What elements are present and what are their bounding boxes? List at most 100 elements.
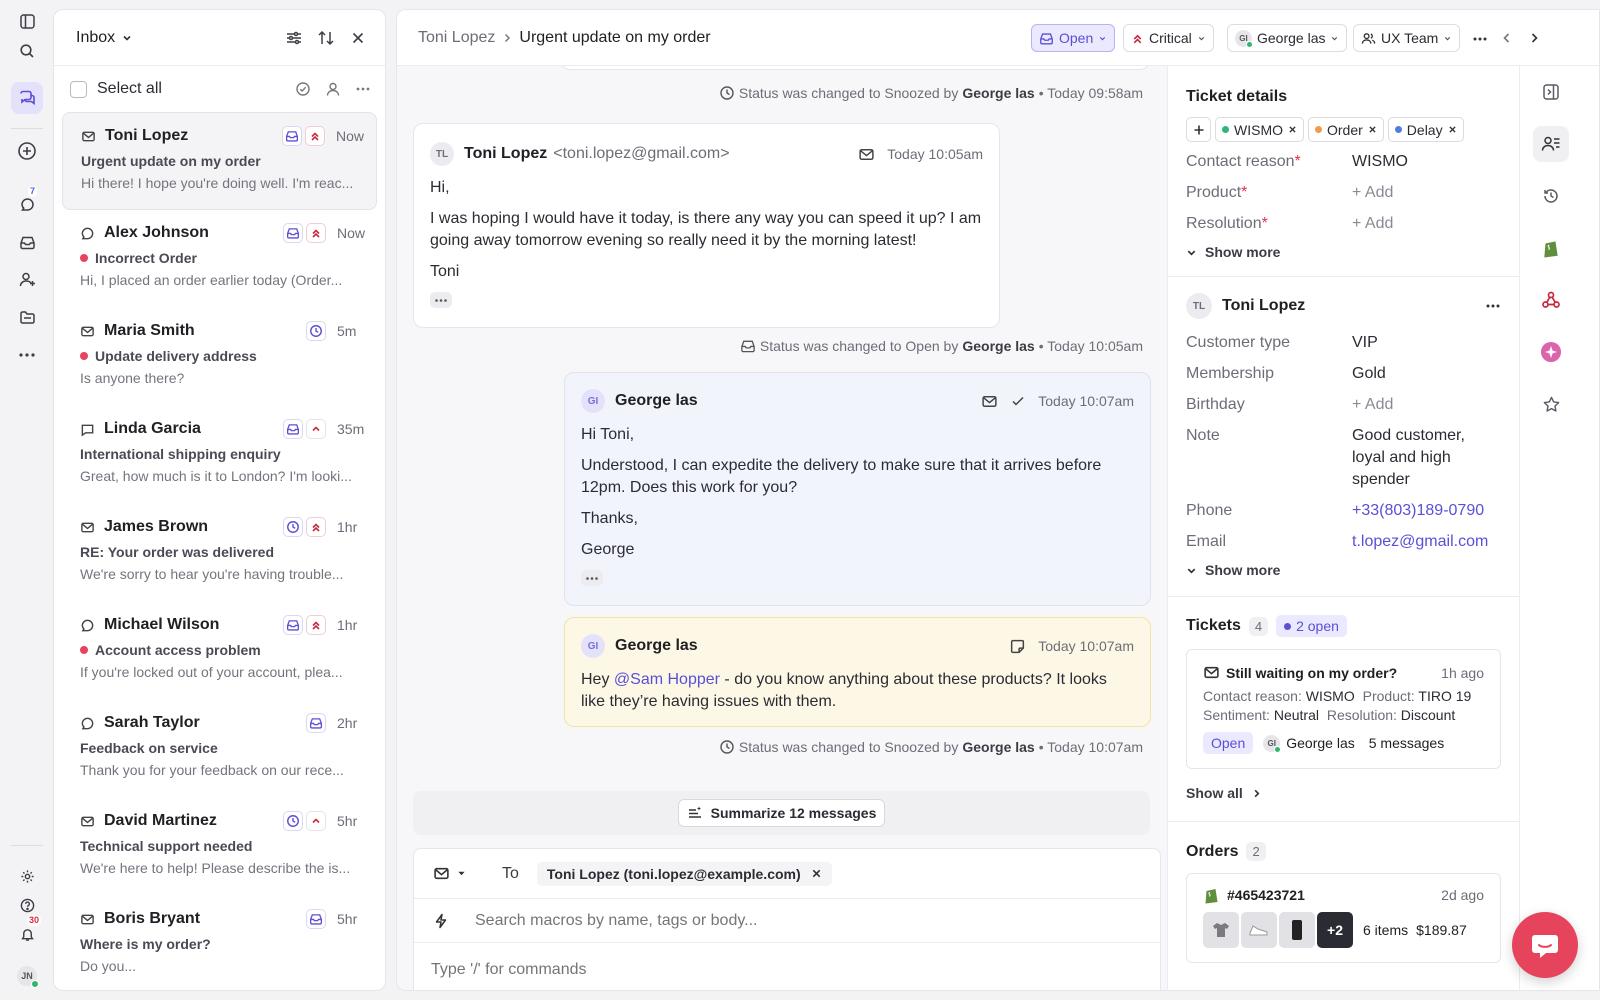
star-icon[interactable] xyxy=(1533,386,1569,422)
collapse-panel-icon[interactable] xyxy=(1533,74,1569,110)
tickets-count: 4 xyxy=(1248,616,1269,636)
priority-dropdown[interactable]: Critical xyxy=(1123,24,1214,52)
field-row: Email t.lopez@gmail.com xyxy=(1186,531,1501,553)
macro-search-input[interactable] xyxy=(475,911,1075,930)
critical-priority-icon xyxy=(305,126,325,146)
show-all-tickets[interactable]: Show all xyxy=(1186,785,1501,801)
recipient-chip[interactable]: Toni Lopez (toni.lopez@example.com) xyxy=(536,861,832,886)
breadcrumb-customer[interactable]: Toni Lopez xyxy=(418,29,495,47)
assign-icon[interactable] xyxy=(325,81,341,97)
field-value: WISMO xyxy=(1352,153,1408,170)
select-all-checkbox[interactable] xyxy=(70,80,87,98)
inbox-nav-icon[interactable] xyxy=(11,226,43,258)
add-customer-icon[interactable] xyxy=(11,263,43,295)
status-dropdown[interactable]: Open xyxy=(1031,24,1116,52)
chevron-down-icon xyxy=(1332,36,1338,40)
order-time: 2d ago xyxy=(1441,887,1484,903)
remove-tag-icon[interactable] xyxy=(1448,125,1457,134)
webhook-icon[interactable] xyxy=(1533,282,1569,318)
medium-priority-icon xyxy=(306,419,326,439)
conversation-item[interactable]: Alex Johnson Now Incorrect Order Hi, I plac… xyxy=(62,210,377,308)
field-row: Customer type VIP xyxy=(1186,332,1501,354)
folder-nav-icon[interactable] xyxy=(11,301,43,333)
sort-icon[interactable] xyxy=(317,29,335,47)
summarize-button[interactable]: Summarize 12 messages xyxy=(677,799,886,827)
open-tickets-badge[interactable]: 2 open xyxy=(1276,615,1347,637)
search-icon[interactable] xyxy=(11,35,43,67)
filter-icon[interactable] xyxy=(285,29,303,47)
field-row: Phone +33(803)189-0790 xyxy=(1186,500,1501,522)
customer-avatar: TL xyxy=(430,142,454,166)
conversation-item[interactable]: James Brown 1hr RE: Your order was deliver… xyxy=(62,504,377,602)
note-text: Hey xyxy=(581,671,614,688)
ticket-card[interactable]: Still waiting on my order? 1h ago Contac… xyxy=(1186,649,1501,769)
conversation-item[interactable]: Sarah Taylor 2hr Feedback on service Thank … xyxy=(62,700,377,798)
conversation-subject: Technical support needed xyxy=(80,838,253,854)
conversation-customer-name: Alex Johnson xyxy=(104,224,209,241)
sidebar-toggle-icon[interactable] xyxy=(11,5,43,37)
remove-recipient-icon[interactable] xyxy=(811,868,822,879)
macro-lightning-icon[interactable] xyxy=(433,913,449,929)
remove-tag-icon[interactable] xyxy=(1368,125,1377,134)
message-sender-email: <toni.lopez@gmail.com> xyxy=(553,145,730,162)
new-ticket-icon[interactable] xyxy=(11,135,43,167)
expand-quoted-button[interactable] xyxy=(581,570,603,586)
next-ticket-icon[interactable] xyxy=(1527,31,1541,45)
close-icon[interactable] xyxy=(349,29,367,47)
chat-nav-icon[interactable]: 7 xyxy=(11,186,43,220)
assignee-avatar: GI xyxy=(1263,734,1282,753)
field-value[interactable]: + Add xyxy=(1352,182,1393,204)
conversation-customer-name: Michael Wilson xyxy=(104,616,220,633)
more-icon[interactable] xyxy=(355,81,371,97)
settings-icon[interactable] xyxy=(11,860,43,892)
show-more-customer-fields[interactable]: Show more xyxy=(1186,562,1501,578)
expand-quoted-button[interactable] xyxy=(430,292,452,308)
tag-chip[interactable]: WISMO xyxy=(1215,117,1304,142)
order-card[interactable]: #465423721 2d ago +2 6 items $189.87 xyxy=(1186,873,1501,963)
field-value[interactable]: + Add xyxy=(1352,213,1393,235)
show-more-ticket-fields[interactable]: Show more xyxy=(1186,244,1501,260)
tag-chip[interactable]: Delay xyxy=(1387,117,1464,142)
add-tag-button[interactable] xyxy=(1186,117,1211,142)
notifications-icon[interactable]: 30 xyxy=(11,915,43,950)
inbox-view-selector[interactable]: Inbox xyxy=(76,29,133,47)
channel-selector[interactable] xyxy=(433,865,466,882)
customer-fields: Customer type VIP Membership Gold Birthday + … xyxy=(1186,332,1501,553)
previous-ticket-icon[interactable] xyxy=(1500,31,1514,45)
reply-body-input[interactable] xyxy=(431,961,1131,979)
team-dropdown[interactable]: UX Team xyxy=(1353,24,1461,52)
conversation-item[interactable]: Maria Smith 5m Update delivery address Is a… xyxy=(62,308,377,406)
field-value[interactable]: +33(803)189-0790 xyxy=(1352,500,1501,522)
customer-name[interactable]: Toni Lopez xyxy=(1222,297,1305,315)
mark-done-icon[interactable] xyxy=(295,81,311,97)
tags: WISMO Order Delay xyxy=(1215,117,1464,142)
ai-assistant-icon[interactable] xyxy=(1533,334,1569,370)
more-icon[interactable] xyxy=(1472,31,1488,47)
remove-tag-icon[interactable] xyxy=(1288,125,1297,134)
message-line: I was hoping I would have it today, is t… xyxy=(430,210,982,249)
conversation-item[interactable]: Michael Wilson 1hr Account access problem I… xyxy=(62,602,377,700)
chat-bubble-icon xyxy=(1532,935,1558,958)
conversation-item[interactable]: Boris Bryant 5hr Where is my order? Do you.… xyxy=(62,896,377,990)
user-mention[interactable]: @Sam Hopper xyxy=(614,671,720,688)
user-avatar[interactable]: JN xyxy=(17,966,39,988)
conversation-item[interactable]: David Martinez 5hr Technical support neede… xyxy=(62,798,377,896)
field-key: Product: xyxy=(1362,688,1415,704)
event-text: Status was changed to Open by xyxy=(759,338,959,354)
shopify-app-icon[interactable] xyxy=(1533,230,1569,266)
rail-divider xyxy=(11,128,43,129)
more-icon[interactable] xyxy=(1485,298,1501,314)
conversation-item[interactable]: Linda Garcia 35m International shipping en… xyxy=(62,406,377,504)
history-icon[interactable] xyxy=(1533,178,1569,214)
customer-details-icon[interactable] xyxy=(1533,126,1569,162)
chat-support-button[interactable] xyxy=(1512,912,1578,978)
sms-channel-icon xyxy=(80,422,98,437)
previous-message-bubble xyxy=(560,66,1150,70)
field-value[interactable]: + Add xyxy=(1352,394,1501,416)
tag-chip[interactable]: Order xyxy=(1308,117,1384,142)
more-nav-icon[interactable] xyxy=(11,339,43,371)
conversations-nav-icon[interactable] xyxy=(11,82,43,114)
assignee-dropdown[interactable]: GI George las xyxy=(1227,24,1348,52)
conversation-item[interactable]: Toni Lopez Now Urgent update on my order Hi… xyxy=(62,112,377,210)
field-value[interactable]: t.lopez@gmail.com xyxy=(1352,531,1501,553)
